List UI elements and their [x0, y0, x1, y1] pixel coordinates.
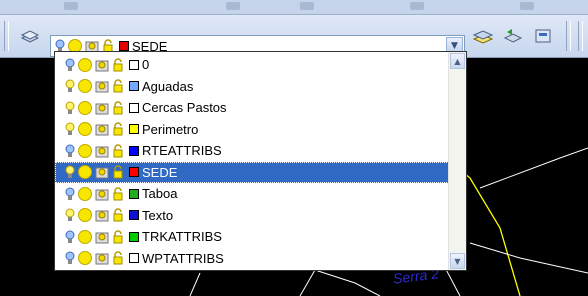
layer-item-label: WPTATTRIBS: [142, 250, 224, 266]
viewport-freeze-icon[interactable]: [95, 122, 109, 136]
color-swatch[interactable]: [129, 59, 139, 70]
layer-item-label: RTEATTRIBS: [142, 143, 222, 159]
color-swatch[interactable]: [129, 81, 139, 92]
sun-icon[interactable]: [78, 100, 92, 115]
layer-item[interactable]: Perimetro: [55, 119, 449, 141]
layer-item-label: Texto: [142, 207, 174, 223]
layer-item[interactable]: Aguadas: [55, 76, 449, 98]
sun-icon[interactable]: [78, 122, 92, 137]
scroll-down-icon[interactable]: ▼: [450, 253, 465, 269]
viewport-freeze-icon[interactable]: [95, 79, 109, 93]
viewport-freeze-icon[interactable]: [95, 101, 109, 115]
lock-icon[interactable]: [112, 165, 126, 179]
viewport-freeze-icon[interactable]: [95, 165, 109, 179]
layer-item-label: 0: [142, 57, 150, 73]
layer-item[interactable]: 0: [55, 54, 449, 76]
toolbar-grip[interactable]: [4, 21, 9, 51]
color-swatch[interactable]: [129, 188, 139, 199]
layer-manager-icon[interactable]: [19, 26, 41, 46]
lock-icon[interactable]: [112, 122, 126, 136]
color-swatch[interactable]: [129, 253, 139, 264]
viewport-freeze-icon[interactable]: [95, 144, 109, 158]
layer-item-label: Taboa: [142, 186, 178, 202]
lightbulb-icon[interactable]: [65, 251, 75, 265]
sun-icon[interactable]: [78, 165, 92, 180]
partial-toolbar-icon[interactable]: [64, 2, 78, 10]
toolbar-grip[interactable]: [566, 21, 571, 51]
viewport-freeze-icon[interactable]: [95, 251, 109, 265]
lightbulb-icon[interactable]: [65, 208, 75, 222]
partial-toolbar-icon[interactable]: [410, 2, 424, 10]
color-swatch[interactable]: [129, 102, 139, 113]
layer-item-label: Cercas Pastos: [142, 100, 227, 116]
layer-item[interactable]: WPTATTRIBS: [55, 248, 449, 270]
lock-icon[interactable]: [112, 208, 126, 222]
color-swatch[interactable]: [129, 210, 139, 221]
sun-icon[interactable]: [78, 251, 92, 266]
lock-icon[interactable]: [112, 187, 126, 201]
vertical-scrollbar[interactable]: ▲ ▼: [448, 52, 466, 270]
white-line: [189, 269, 381, 296]
layer-item-label: TRKATTRIBS: [142, 229, 222, 245]
lightbulb-icon[interactable]: [65, 230, 75, 244]
sun-icon[interactable]: [78, 208, 92, 223]
layer-item[interactable]: SEDE: [55, 161, 449, 183]
color-swatch[interactable]: [129, 145, 139, 156]
lock-icon[interactable]: [112, 101, 126, 115]
layer-previous-icon[interactable]: [502, 26, 524, 46]
sun-icon[interactable]: [78, 57, 92, 72]
viewport-freeze-icon[interactable]: [95, 208, 109, 222]
viewport-freeze-icon[interactable]: [95, 187, 109, 201]
layer-item[interactable]: TRKATTRIBS: [55, 226, 449, 248]
layer-states-icon[interactable]: [532, 26, 554, 46]
sun-icon[interactable]: [78, 229, 92, 244]
viewport-freeze-icon[interactable]: [95, 230, 109, 244]
color-swatch[interactable]: [129, 124, 139, 135]
layer-item[interactable]: Texto: [55, 205, 449, 227]
white-line: [469, 242, 588, 274]
lock-icon[interactable]: [112, 58, 126, 72]
lock-icon[interactable]: [112, 144, 126, 158]
sun-icon[interactable]: [78, 186, 92, 201]
sun-icon[interactable]: [78, 143, 92, 158]
sun-icon[interactable]: [78, 79, 92, 94]
lock-icon[interactable]: [112, 79, 126, 93]
lightbulb-icon[interactable]: [65, 144, 75, 158]
white-line: [479, 147, 588, 189]
partial-toolbar-icon[interactable]: [226, 2, 240, 10]
layer-item[interactable]: RTEATTRIBS: [55, 140, 449, 162]
viewport-freeze-icon[interactable]: [95, 58, 109, 72]
toolbar-grip[interactable]: [578, 21, 583, 51]
top-toolbar-strip: [0, 0, 588, 15]
lightbulb-icon[interactable]: [65, 165, 75, 179]
layer-item[interactable]: Taboa: [55, 183, 449, 205]
make-current-layer-icon[interactable]: [472, 26, 494, 46]
layer-item-label: Perimetro: [142, 121, 199, 137]
color-swatch[interactable]: [129, 167, 139, 178]
lightbulb-icon[interactable]: [65, 101, 75, 115]
layer-list-items: 0 Aguadas Cercas Pastos Perimetro RTEATTRIBS…: [55, 54, 449, 269]
scroll-up-icon[interactable]: ▲: [450, 53, 465, 69]
partial-toolbar-icon[interactable]: [520, 2, 534, 10]
layer-dropdown-list[interactable]: 0 Aguadas Cercas Pastos Perimetro RTEATTRIBS…: [54, 51, 467, 271]
lightbulb-icon[interactable]: [65, 79, 75, 93]
lightbulb-icon[interactable]: [65, 187, 75, 201]
lightbulb-icon[interactable]: [65, 58, 75, 72]
layer-item-label: Aguadas: [142, 78, 194, 94]
lightbulb-icon[interactable]: [65, 122, 75, 136]
color-swatch: [119, 41, 129, 51]
lock-icon[interactable]: [112, 230, 126, 244]
layer-item[interactable]: Cercas Pastos: [55, 97, 449, 119]
color-swatch[interactable]: [129, 231, 139, 242]
lock-icon[interactable]: [112, 251, 126, 265]
layer-item-label: SEDE: [142, 164, 178, 180]
partial-toolbar-icon[interactable]: [300, 2, 314, 10]
